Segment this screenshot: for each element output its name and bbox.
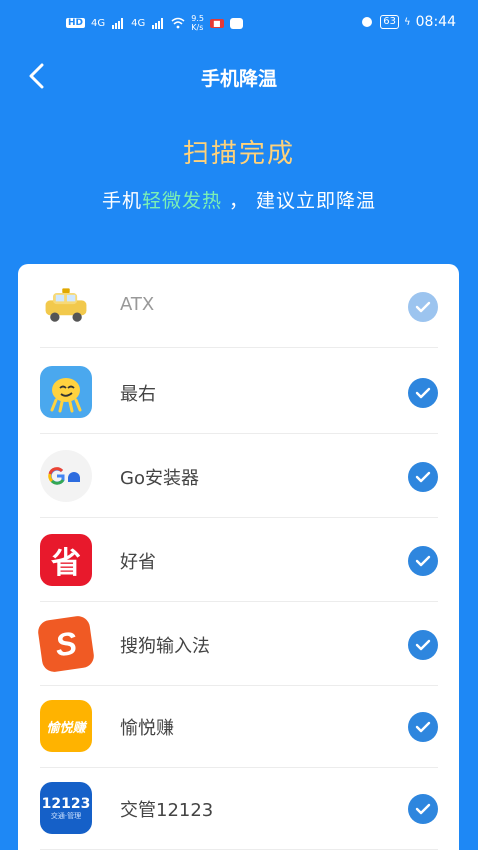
- nav-bar: 手机降温: [0, 52, 478, 100]
- signal-bars-icon: [112, 18, 124, 29]
- notification-red-icon: ■: [210, 18, 224, 28]
- list-item-atx[interactable]: ATX: [40, 264, 438, 348]
- wifi-icon: [171, 17, 185, 29]
- battery-level: 63: [380, 15, 400, 29]
- net-speed-unit: K/s: [191, 23, 204, 32]
- status-bar: HD 4G 4G 9.5 K/s ■ 63 ϟ 08:44: [0, 0, 478, 46]
- checkbox-checked[interactable]: [408, 292, 438, 322]
- jg-bottom-glyph: 交通·管理: [50, 811, 82, 820]
- signal-bars-icon-2: [152, 18, 164, 29]
- checkmark-icon: [415, 721, 431, 733]
- checkmark-icon: [415, 387, 431, 399]
- signal-1: 4G: [91, 17, 106, 29]
- yuyue-glyph: 愉悦赚: [46, 720, 86, 736]
- app-name: ATX: [120, 294, 155, 315]
- app-name: 搜狗输入法: [120, 636, 210, 657]
- google-go-icon: [40, 450, 92, 502]
- subtitle-prefix: 手机: [101, 190, 142, 212]
- sogou-glyph: S: [52, 624, 80, 663]
- checkbox-checked[interactable]: [408, 712, 438, 742]
- status-right: 63 ϟ 08:44: [359, 14, 456, 30]
- checkmark-icon: [415, 301, 431, 313]
- signal-2: 4G: [131, 17, 146, 29]
- list-item-haosheng[interactable]: 省 好省: [40, 518, 438, 602]
- jiaoguan-icon: 12123 交通·管理: [40, 782, 92, 834]
- checkbox-checked[interactable]: [408, 462, 438, 492]
- hd-indicator: HD: [66, 18, 86, 28]
- app-name: Go安装器: [120, 468, 199, 489]
- haosheng-icon: 省: [40, 534, 92, 586]
- app-name: 愉悦赚: [120, 718, 174, 739]
- checkbox-checked[interactable]: [408, 378, 438, 408]
- checkmark-icon: [415, 555, 431, 567]
- list-item-go-installer[interactable]: Go安装器: [40, 434, 438, 518]
- scan-subtitle: 手机轻微发热 ， 建议立即降温: [0, 186, 478, 213]
- checkbox-checked[interactable]: [408, 794, 438, 824]
- net-speed: 9.5 K/s: [191, 14, 204, 32]
- app-name: 好省: [120, 552, 156, 573]
- subtitle-suffix: ， 建议立即降温: [221, 190, 377, 212]
- app-name: 交管12123: [120, 800, 214, 821]
- status-left: HD 4G 4G 9.5 K/s ■: [66, 14, 243, 32]
- taxi-icon: [40, 280, 92, 332]
- list-item-sogou[interactable]: S 搜狗输入法: [36, 602, 438, 686]
- checkbox-checked[interactable]: [408, 630, 438, 660]
- notification-shield-icon: [229, 17, 243, 29]
- checkmark-icon: [415, 803, 431, 815]
- subtitle-highlight: 轻微发热: [141, 190, 222, 212]
- zuiyou-icon: [40, 366, 92, 418]
- clock: 08:44: [415, 14, 456, 30]
- charging-icon: ϟ: [404, 16, 411, 28]
- list-item-jiaoguan[interactable]: 12123 交通·管理 交管12123: [40, 766, 438, 850]
- net-speed-value: 9.5: [191, 14, 204, 23]
- alarm-icon: [362, 17, 373, 27]
- list-item-zuiyou[interactable]: 最右: [40, 350, 438, 434]
- jg-top-glyph: 12123: [41, 795, 91, 812]
- list-item-yuyuezhuan[interactable]: 愉悦赚 愉悦赚: [40, 684, 438, 768]
- page-title: 手机降温: [200, 68, 277, 90]
- checkmark-icon: [415, 639, 431, 651]
- checkmark-icon: [415, 471, 431, 483]
- checkbox-checked[interactable]: [408, 546, 438, 576]
- haosheng-glyph: 省: [51, 546, 81, 581]
- yuyuezhuan-icon: 愉悦赚: [40, 700, 92, 752]
- sogou-icon: S: [36, 614, 96, 674]
- scan-title: 扫描完成: [182, 139, 295, 169]
- app-list-card: ATX 最右 Go安装器 省 好省 S 搜狗输入法 愉悦赚 愉悦赚 12123 …: [18, 264, 459, 850]
- app-name: 最右: [120, 384, 156, 405]
